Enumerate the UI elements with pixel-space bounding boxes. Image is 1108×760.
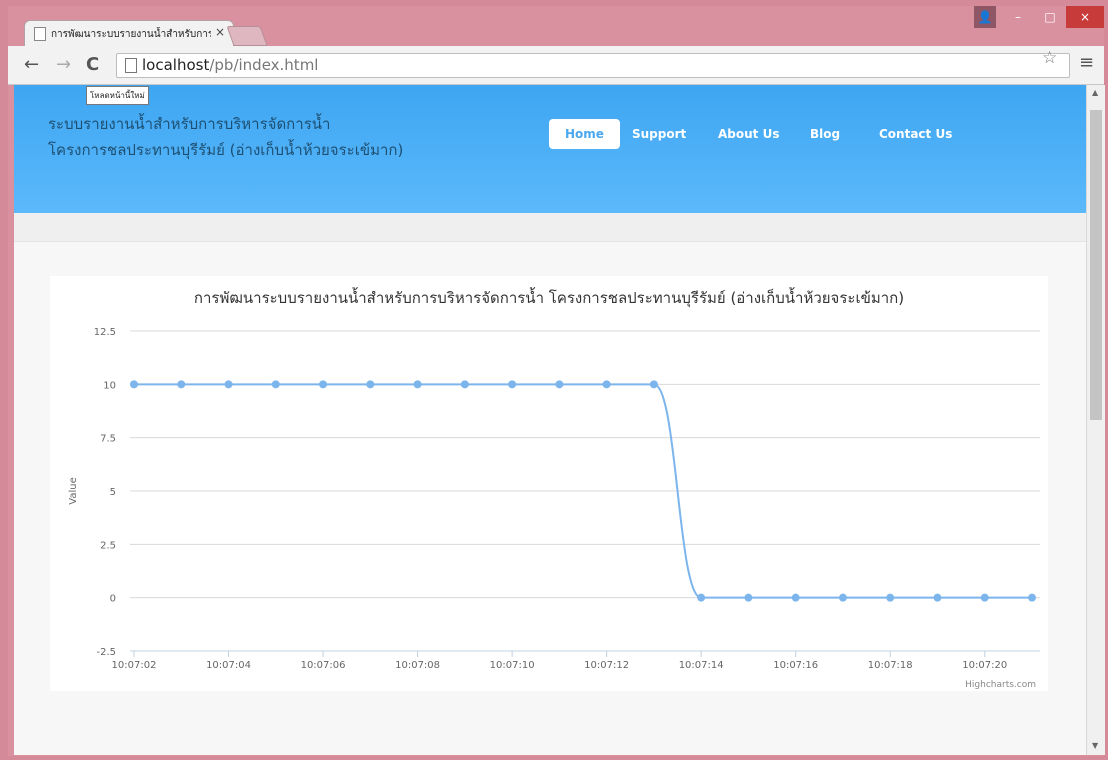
x-tick-label: 10:07:14	[679, 660, 724, 671]
star-icon[interactable]: ☆	[1042, 48, 1057, 68]
scrollbar-thumb[interactable]	[1090, 110, 1102, 420]
page-icon	[34, 27, 46, 41]
chart-credit: Highcharts.com	[965, 680, 1036, 690]
data-point	[933, 593, 942, 602]
data-point	[130, 380, 138, 389]
data-point	[791, 593, 800, 602]
reload-icon[interactable]: C	[86, 54, 99, 75]
x-tick-label: 10:07:06	[301, 660, 346, 671]
x-tick-label: 10:07:10	[490, 660, 535, 671]
url-path: /pb/index.html	[209, 56, 319, 74]
data-point	[649, 380, 658, 389]
nav-support[interactable]: Support	[632, 127, 686, 141]
close-tab-icon[interactable]: ×	[215, 25, 225, 39]
x-tick-label: 10:07:12	[584, 660, 629, 671]
address-bar[interactable]: localhost/pb/index.html	[116, 53, 1070, 78]
data-point	[224, 380, 233, 389]
data-point	[508, 380, 517, 389]
data-point	[366, 380, 375, 389]
back-arrow-icon[interactable]: ←	[24, 54, 39, 75]
scroll-down-icon[interactable]: ▼	[1092, 741, 1098, 750]
y-tick-label: 2.5	[100, 540, 116, 551]
x-tick-label: 10:07:08	[395, 660, 440, 671]
data-point	[271, 380, 280, 389]
new-tab-button[interactable]	[226, 26, 268, 46]
data-point	[697, 593, 706, 602]
x-tick-label: 10:07:02	[112, 660, 157, 671]
nav-home[interactable]: Home	[549, 119, 620, 149]
x-tick-label: 10:07:04	[206, 660, 251, 671]
reload-tooltip: โหลดหน้านี้ใหม่	[86, 86, 149, 105]
close-window-button[interactable]: ×	[1066, 6, 1104, 28]
chart-panel: การพัฒนาระบบรายงานน้ำสำหรับการบริหารจัดก…	[50, 276, 1048, 691]
site-title-line1: ระบบรายงานน้ำสำหรับการบริหารจัดการน้ำ	[48, 115, 331, 133]
y-axis-label: Value	[68, 477, 79, 504]
browser-toolbar: ← → C localhost/pb/index.html ☆ ≡	[8, 46, 1104, 85]
y-tick-label: 5	[110, 487, 116, 498]
data-point	[886, 593, 895, 602]
site-header: ระบบรายงานน้ำสำหรับการบริหารจัดการน้ำ โค…	[14, 85, 1086, 213]
browser-tab[interactable]: การพัฒนาระบบรายงานน้ำสำหรับการบริหารจัดก…	[24, 20, 234, 47]
line-chart: การพัฒนาระบบรายงานน้ำสำหรับการบริหารจัดก…	[68, 287, 1040, 690]
nav-blog[interactable]: Blog	[810, 127, 840, 141]
page-icon	[125, 58, 137, 73]
x-tick-label: 10:07:18	[868, 660, 913, 671]
data-point	[460, 380, 469, 389]
y-tick-label: 0	[110, 594, 116, 605]
data-point	[555, 380, 564, 389]
data-point	[602, 380, 611, 389]
vertical-scrollbar[interactable]: ▲ ▼	[1086, 85, 1105, 755]
data-point	[980, 593, 989, 602]
site-title: ระบบรายงานน้ำสำหรับการบริหารจัดการน้ำ โค…	[48, 111, 403, 163]
data-point	[177, 380, 186, 389]
tab-title: การพัฒนาระบบรายงานน้ำสำหรับการบริหารจัดก…	[51, 29, 211, 40]
page-viewport: ระบบรายงานน้ำสำหรับการบริหารจัดการน้ำ โค…	[14, 85, 1086, 755]
y-tick-label: -2.5	[96, 647, 116, 658]
data-point	[744, 593, 753, 602]
x-tick-label: 10:07:16	[773, 660, 818, 671]
forward-arrow-icon[interactable]: →	[56, 54, 71, 75]
header-stripe	[14, 213, 1086, 242]
data-point	[413, 380, 422, 389]
site-title-line2: โครงการชลประทานบุรีรัมย์ (อ่างเก็บน้ำห้ว…	[48, 141, 404, 159]
y-tick-label: 12.5	[94, 327, 116, 338]
data-point	[838, 593, 847, 602]
scroll-up-icon[interactable]: ▲	[1092, 88, 1098, 97]
browser-window: การพัฒนาระบบรายงานน้ำสำหรับการบริหารจัดก…	[8, 6, 1105, 756]
url-text[interactable]: localhost/pb/index.html	[142, 56, 318, 74]
tab-strip: การพัฒนาระบบรายงานน้ำสำหรับการบริหารจัดก…	[8, 6, 1104, 47]
y-tick-label: 10	[103, 380, 116, 391]
data-point	[319, 380, 328, 389]
nav-contact-us[interactable]: Contact Us	[879, 127, 952, 141]
menu-icon[interactable]: ≡	[1079, 52, 1094, 73]
x-tick-label: 10:07:20	[962, 660, 1007, 671]
minimize-button[interactable]: –	[1004, 6, 1032, 28]
maximize-button[interactable]: □	[1036, 6, 1064, 28]
data-point	[1028, 593, 1036, 602]
y-tick-label: 7.5	[100, 434, 116, 445]
profile-icon[interactable]: 👤	[974, 6, 996, 28]
nav-about-us[interactable]: About Us	[718, 127, 779, 141]
chart-title: การพัฒนาระบบรายงานน้ำสำหรับการบริหารจัดก…	[194, 287, 904, 308]
url-host: localhost	[142, 56, 210, 74]
